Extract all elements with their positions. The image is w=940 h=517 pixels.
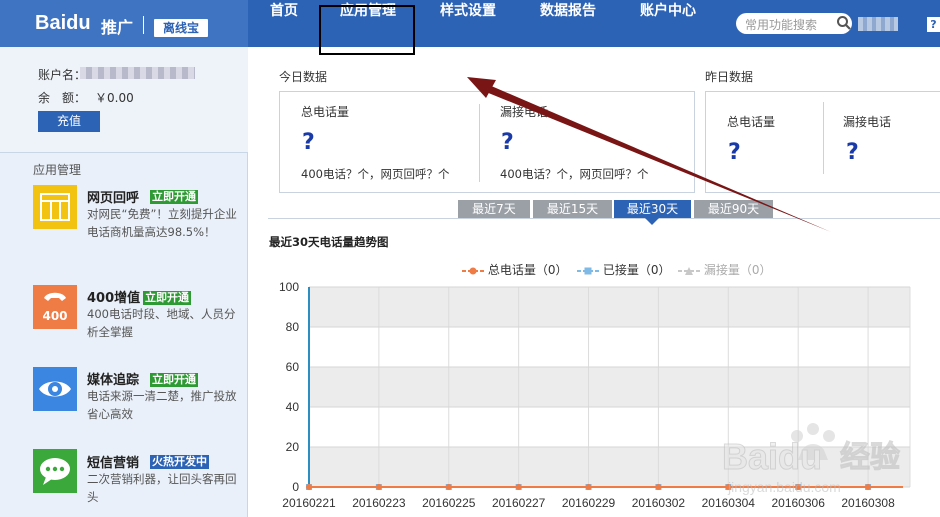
y-tick-label: 40	[286, 400, 300, 414]
x-tick-label: 20160302	[632, 496, 686, 510]
tabs-baseline	[268, 218, 940, 219]
account-panel: 账户名： 余 额： ￥0.00 充值	[0, 47, 248, 153]
nav-app-management[interactable]: 应用管理	[324, 0, 412, 47]
grid-band	[309, 327, 910, 367]
feature-description: 电话来源一清二楚，推广投放省心高效	[87, 389, 237, 421]
feature-name: 短信营销	[87, 456, 140, 471]
eye-icon	[33, 367, 77, 411]
missed-calls-breakdown: 400电话？个，网页回呼？个	[500, 167, 649, 181]
logo-badge: 离线宝	[154, 19, 208, 37]
y-tick-label: 100	[279, 280, 299, 294]
phone-400-icon: 400	[33, 285, 77, 329]
missed-calls-label: 漏接电话	[500, 105, 549, 119]
feature-name: 400增值	[87, 291, 141, 306]
y-tick-label: 60	[286, 360, 300, 374]
watermark-suffix: 经验	[840, 440, 900, 475]
logo-divider	[143, 16, 144, 34]
total-calls-value: ?	[302, 130, 315, 155]
watermark-url: jingyan.baidu.com	[727, 479, 841, 495]
balance-value: ￥0.00	[95, 91, 134, 105]
open-now-badge[interactable]: 立即开通	[143, 291, 191, 305]
watermark-text: Baidu	[722, 436, 822, 477]
total-calls-label: 总电话量	[727, 115, 776, 129]
feature-description: 对网民“免费”！立刻提升企业电话商机量高达98.5%！	[87, 207, 237, 239]
active-tab-pointer	[645, 218, 659, 225]
feature-name: 网页回呼	[87, 191, 140, 206]
data-point	[375, 484, 382, 490]
grid-band	[309, 367, 910, 407]
total-calls-value: ?	[728, 140, 741, 165]
card-divider	[823, 102, 824, 174]
nav-account-center[interactable]: 账户中心	[624, 0, 712, 47]
yesterday-data-title: 昨日数据	[705, 70, 754, 84]
missed-calls-value: ?	[501, 130, 514, 155]
total-calls-label: 总电话量	[301, 105, 350, 119]
y-tick-label: 0	[292, 480, 299, 494]
x-tick-label: 20160223	[352, 496, 406, 510]
data-point	[515, 484, 522, 490]
x-tick-label: 20160225	[422, 496, 476, 510]
webpage-callback-icon	[33, 185, 77, 229]
search-icon[interactable]	[836, 15, 852, 31]
help-button[interactable]: ?	[927, 17, 940, 32]
y-tick-label: 20	[286, 440, 300, 454]
card-divider	[479, 104, 480, 182]
search-placeholder: 常用功能搜索	[745, 18, 818, 32]
sms-icon	[33, 449, 77, 493]
nav-style-settings[interactable]: 样式设置	[424, 0, 512, 47]
recharge-button[interactable]: 充值	[38, 111, 100, 132]
x-tick-label: 20160227	[492, 496, 546, 510]
open-now-badge[interactable]: 立即开通	[150, 190, 198, 204]
data-point	[585, 484, 592, 490]
feature-name: 媒体追踪	[87, 373, 140, 388]
account-name-masked	[80, 67, 195, 79]
sidebar-section-title: 应用管理	[33, 163, 82, 177]
tab-last-90-days[interactable]: 最近90天	[694, 200, 773, 218]
x-tick-label: 20160229	[562, 496, 616, 510]
in-development-badge: 火热开发中	[150, 455, 209, 469]
grid-band	[309, 287, 910, 327]
missed-calls-label: 漏接电话	[843, 115, 892, 129]
baidu-tuiguang-logo[interactable]: Baidu 推广 离线宝	[0, 0, 248, 47]
data-point	[445, 484, 452, 490]
tab-last-7-days[interactable]: 最近7天	[458, 200, 530, 218]
chart-title: 最近30天电话量趋势图	[269, 235, 389, 249]
logo-product-text: 推广	[101, 18, 134, 37]
feature-description: 二次营销利器，让回头客再回头	[87, 472, 237, 504]
logo-baidu-text: Baidu	[35, 12, 91, 34]
tab-last-30-days[interactable]: 最近30天	[614, 200, 691, 218]
nav-data-report[interactable]: 数据报告	[524, 0, 612, 47]
account-name-label: 账户名：	[38, 68, 87, 82]
svg-text:400: 400	[42, 309, 67, 323]
tab-last-15-days[interactable]: 最近15天	[533, 200, 612, 218]
username-masked[interactable]	[858, 17, 898, 31]
top-navigation-bar: Baidu 推广 离线宝 首页 应用管理 样式设置 数据报告 账户中心 常用功能…	[0, 0, 940, 47]
nav-home[interactable]: 首页	[256, 0, 312, 47]
search-input[interactable]: 常用功能搜索	[736, 13, 852, 34]
data-point	[306, 484, 312, 490]
open-now-badge[interactable]: 立即开通	[150, 373, 198, 387]
balance-label: 余 额：	[38, 91, 87, 105]
legend-triangle-marker-icon	[678, 266, 700, 275]
today-data-card: 总电话量 ? 400电话？个，网页回呼？个 漏接电话 ? 400电话？个，网页回…	[279, 91, 695, 193]
legend-square-marker-icon	[577, 267, 599, 274]
feature-description: 400电话时段、地域、人员分析全掌握	[87, 307, 236, 339]
baidu-jingyan-watermark: Baidu 经验 jingyan.baidu.com	[722, 423, 901, 495]
legend-circle-marker-icon	[462, 267, 484, 274]
total-calls-breakdown: 400电话？个，网页回呼？个	[301, 167, 450, 181]
today-data-title: 今日数据	[279, 70, 328, 84]
sidebar: 账户名： 余 额： ￥0.00 充值 应用管理 网页回呼 立即开通 对网民“免费…	[0, 47, 248, 517]
y-tick-label: 80	[286, 320, 300, 334]
data-point	[655, 484, 662, 490]
yesterday-data-card: 总电话量 ? 漏接电话 ?	[705, 91, 940, 193]
missed-calls-value: ?	[846, 140, 859, 165]
x-tick-label: 20160221	[282, 496, 336, 510]
